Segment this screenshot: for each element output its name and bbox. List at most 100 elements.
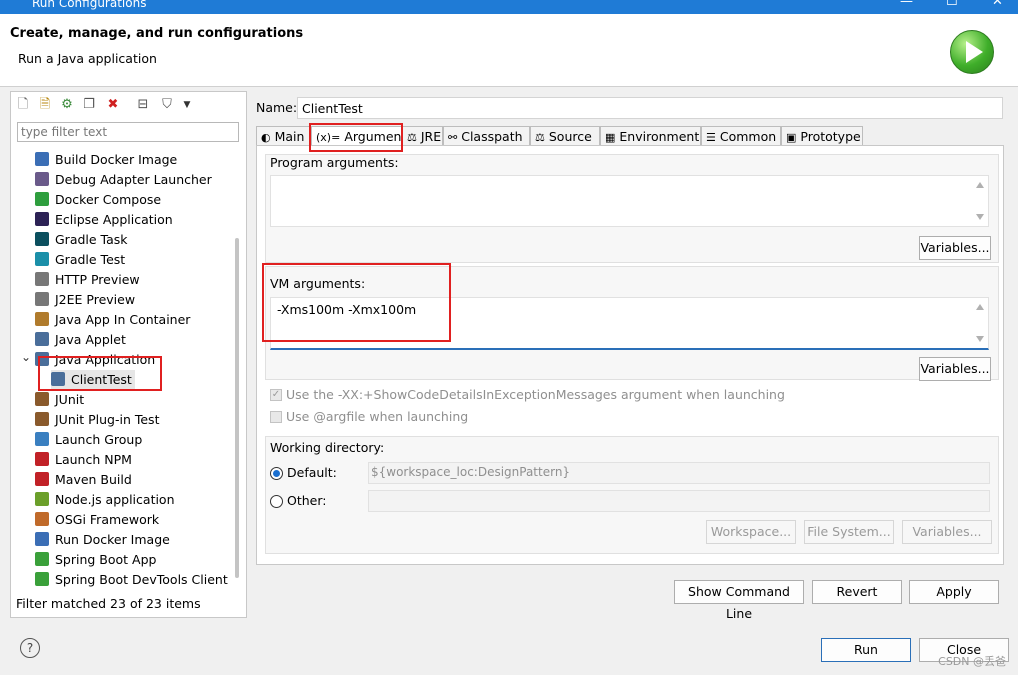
name-label: Name: [256, 100, 298, 115]
delete-icon[interactable]: ✖ [105, 97, 121, 113]
run-docker-icon [35, 532, 49, 546]
scroll-down-icon[interactable] [976, 214, 984, 220]
tree-item-label: Node.js application [55, 492, 175, 507]
run-logo-icon [950, 30, 994, 74]
tree-item[interactable]: Gradle Task [35, 230, 128, 250]
default-radio[interactable] [270, 467, 283, 480]
tree-item-label: Eclipse Application [55, 212, 173, 227]
tab-label: Source [548, 129, 592, 144]
maximize-button[interactable]: ☐ [946, 0, 958, 9]
tab-common[interactable]: ☰ Common [701, 126, 781, 146]
tab-main[interactable]: ◐ Main [256, 126, 311, 146]
tree-item[interactable]: JUnit Plug-in Test [35, 410, 159, 430]
tree-item[interactable]: Node.js application [35, 490, 175, 510]
minimize-button[interactable]: — [900, 0, 913, 9]
show-command-line-button[interactable]: Show Command Line [674, 580, 804, 621]
tree-item[interactable]: Launch NPM [35, 450, 132, 470]
duplicate-icon[interactable]: ⚙ [59, 97, 75, 113]
tab-classpath[interactable]: ⚯ Classpath [443, 126, 530, 146]
dialog-header: Create, manage, and run configurations R… [0, 14, 1018, 87]
tree-item[interactable]: JUnit [35, 390, 84, 410]
program-variables-button[interactable]: Variables... [919, 236, 991, 260]
tree-item[interactable]: Java App In Container [35, 310, 190, 330]
help-icon[interactable]: ? [20, 638, 40, 658]
tree-item-label: Gradle Test [55, 252, 126, 267]
tree-item[interactable]: Gradle Test [35, 250, 125, 270]
junit-plugin-icon [35, 412, 49, 426]
j2ee-preview-icon [35, 292, 49, 306]
java-applet-icon [35, 332, 49, 346]
tree-item[interactable]: J2EE Preview [35, 290, 135, 310]
show-code-details-checkbox[interactable]: ✓ [270, 389, 282, 401]
name-input[interactable] [297, 97, 1003, 119]
apply-button[interactable]: Apply [909, 580, 999, 604]
new-configuration-icon[interactable]: 🗋 [15, 97, 31, 113]
tree-item-label: Java Applet [55, 332, 126, 347]
spring-devtools-icon [35, 572, 49, 586]
tree-item[interactable]: Eclipse Application [35, 210, 173, 230]
filter-status: Filter matched 23 of 23 items [16, 596, 201, 611]
tab-label: Common [719, 129, 777, 144]
program-arguments-textarea[interactable] [270, 175, 989, 227]
tab-jre[interactable]: ⚖ JRE [402, 126, 443, 146]
tab-label: Main [274, 129, 305, 144]
default-directory-field: ${workspace_loc:DesignPattern} [368, 462, 990, 484]
working-directory-group: Working directory: Default: ${workspace_… [265, 436, 999, 554]
tree-item[interactable]: Build Docker Image [35, 150, 177, 170]
tree-item-label: J2EE Preview [55, 292, 136, 307]
scroll-up-icon[interactable] [976, 182, 984, 188]
docker-icon [35, 152, 49, 166]
other-directory-field[interactable] [368, 490, 990, 512]
tree-item-label: Spring Boot DevTools Client [55, 572, 228, 587]
tab-prototype[interactable]: ▣ Prototype [781, 126, 863, 146]
scroll-up-icon[interactable] [976, 304, 984, 310]
vm-arguments-textarea[interactable]: -Xms100m -Xmx100m [270, 297, 989, 350]
tab-source[interactable]: ⚖ Source [530, 126, 600, 146]
tree-item-label: Java App In Container [55, 312, 191, 327]
tree-item[interactable]: HTTP Preview [35, 270, 140, 290]
file-system-button[interactable]: File System... [804, 520, 894, 544]
view-menu-chevron-down-icon[interactable]: ▼ [179, 97, 195, 113]
vm-arguments-value: -Xms100m -Xmx100m [277, 302, 417, 317]
scroll-down-icon[interactable] [976, 336, 984, 342]
other-radio[interactable] [270, 495, 283, 508]
working-dir-variables-button[interactable]: Variables... [902, 520, 992, 544]
java-application-icon [35, 352, 49, 366]
tab-environment[interactable]: ▦ Environment [600, 126, 701, 146]
argfile-checkbox[interactable] [270, 411, 282, 423]
tree-item[interactable]: Debug Adapter Launcher [35, 170, 212, 190]
tree-item[interactable]: Maven Build [35, 470, 132, 490]
run-button[interactable]: Run [821, 638, 911, 662]
tab-arguments[interactable]: (x)= Arguments [311, 126, 413, 146]
revert-button[interactable]: Revert [812, 580, 902, 604]
tree-item[interactable]: Run Docker Image [35, 530, 170, 550]
tree-item-label: HTTP Preview [55, 272, 140, 287]
tree-item[interactable]: Docker Compose [35, 190, 161, 210]
other-label: Other: [287, 493, 327, 508]
tree-item[interactable]: Launch Group [35, 430, 142, 450]
copy-icon[interactable]: ❐ [81, 97, 97, 113]
close-window-button[interactable]: ✕ [992, 0, 1003, 9]
filter-icon[interactable]: ⛉ [159, 97, 175, 113]
tree-item[interactable]: ⌄ Java Application [21, 350, 155, 370]
tree-item[interactable]: Java Applet [35, 330, 126, 350]
workspace-button[interactable]: Workspace... [706, 520, 796, 544]
tree-item-label: ClientTest [71, 372, 132, 387]
expand-chevron-down-icon[interactable]: ⌄ [21, 347, 31, 367]
filter-input[interactable] [17, 122, 239, 142]
tree-item[interactable]: Spring Boot App [35, 550, 156, 570]
tree-item[interactable]: Spring Boot DevTools Client [35, 570, 228, 588]
tree-scrollbar[interactable] [232, 148, 242, 588]
new-prototype-icon[interactable]: 🗎 [37, 97, 53, 113]
program-arguments-label: Program arguments: [270, 155, 399, 170]
collapse-all-icon[interactable]: ⊟ [135, 97, 151, 113]
junit-icon [35, 392, 49, 406]
tree-item[interactable]: OSGi Framework [35, 510, 159, 530]
working-directory-label: Working directory: [270, 440, 385, 455]
maven-icon [35, 472, 49, 486]
show-code-details-label: Use the -XX:+ShowCodeDetailsInExceptionM… [286, 387, 785, 402]
vm-variables-button[interactable]: Variables... [919, 357, 991, 381]
tree-item-clienttest[interactable]: ClientTest [51, 370, 135, 390]
program-arguments-group: Program arguments: Variables... [265, 154, 999, 263]
window-title-bar: Run Configurations — ☐ ✕ [0, 0, 1018, 14]
